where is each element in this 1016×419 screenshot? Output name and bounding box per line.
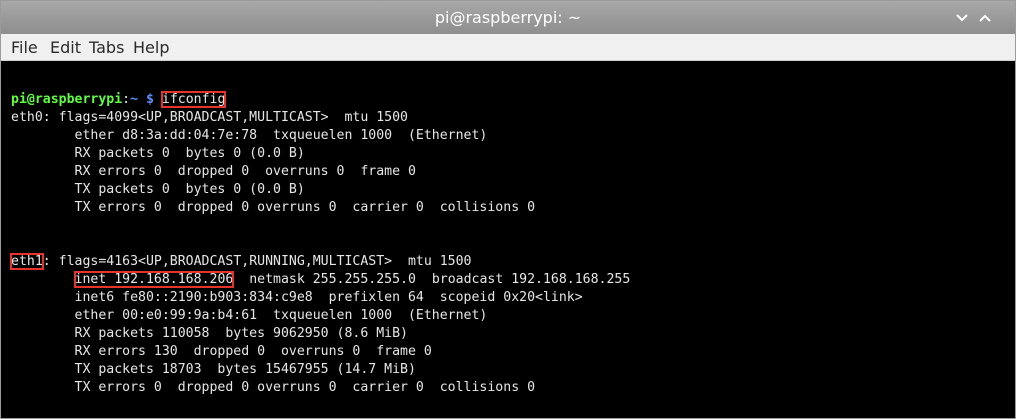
- output-line: ether 00:e0:99:9a:b4:61 txqueuelen 1000 …: [11, 308, 488, 323]
- eth0-header: eth0: flags=4099<UP,BROADCAST,MULTICAST>…: [11, 110, 408, 125]
- output-line: RX packets 0 bytes 0 (0.0 B): [11, 146, 305, 161]
- eth1-interface-name: eth1: [10, 253, 44, 270]
- minimize-button[interactable]: [951, 1, 973, 34]
- terminal-output[interactable]: pi@raspberrypi:~ $ ifconfig eth0: flags=…: [1, 61, 1015, 418]
- output-line: RX errors 130 dropped 0 overruns 0 frame…: [11, 344, 432, 359]
- output-line: TX errors 0 dropped 0 overruns 0 carrier…: [11, 380, 536, 395]
- chevron-down-icon: [956, 13, 968, 22]
- output-line: TX packets 0 bytes 0 (0.0 B): [11, 182, 305, 197]
- eth1-inet-line: inet 192.168.168.206 netmask 255.255.255…: [11, 271, 630, 289]
- eth1-header: eth1: flags=4163<UP,BROADCAST,RUNNING,MU…: [10, 253, 472, 271]
- chevron-up-icon: [979, 14, 991, 22]
- prompt-separator: :: [122, 92, 131, 107]
- menu-tabs[interactable]: Tabs: [89, 34, 124, 61]
- output-line: inet6 fe80::2190:b903:834:c9e8 prefixlen…: [11, 290, 583, 305]
- title-bar[interactable]: pi@raspberrypi: ~: [1, 1, 1015, 34]
- output-line: TX errors 0 dropped 0 overruns 0 carrier…: [11, 200, 536, 215]
- menu-file[interactable]: File: [11, 34, 38, 61]
- prompt-path: ~ $: [130, 92, 154, 107]
- menu-bar: File Edit Tabs Help: [1, 34, 1015, 61]
- menu-help[interactable]: Help: [133, 34, 169, 61]
- window-title: pi@raspberrypi: ~: [434, 8, 582, 27]
- output-line: RX packets 110058 bytes 9062950 (8.6 MiB…: [11, 326, 408, 341]
- prompt-user: pi@raspberrypi: [11, 92, 123, 107]
- eth1-header-rest: : flags=4163<UP,BROADCAST,RUNNING,MULTIC…: [42, 254, 472, 269]
- maximize-button[interactable]: [974, 1, 996, 34]
- menu-edit[interactable]: Edit: [50, 34, 81, 61]
- terminal-window: pi@raspberrypi: ~ File Edit Tabs Help pi…: [0, 0, 1016, 419]
- eth1-inet-address: inet 192.168.168.206: [73, 271, 235, 288]
- prompt-line: pi@raspberrypi:~ $ ifconfig: [11, 91, 227, 109]
- command-text: ifconfig: [160, 91, 227, 108]
- output-line: TX packets 18703 bytes 15467955 (14.7 Mi…: [11, 362, 416, 377]
- output-line: ether d8:3a:dd:04:7e:78 txqueuelen 1000 …: [11, 128, 488, 143]
- eth1-inet-rest: netmask 255.255.255.0 broadcast 192.168.…: [233, 272, 631, 287]
- output-line: RX errors 0 dropped 0 overruns 0 frame 0: [11, 164, 416, 179]
